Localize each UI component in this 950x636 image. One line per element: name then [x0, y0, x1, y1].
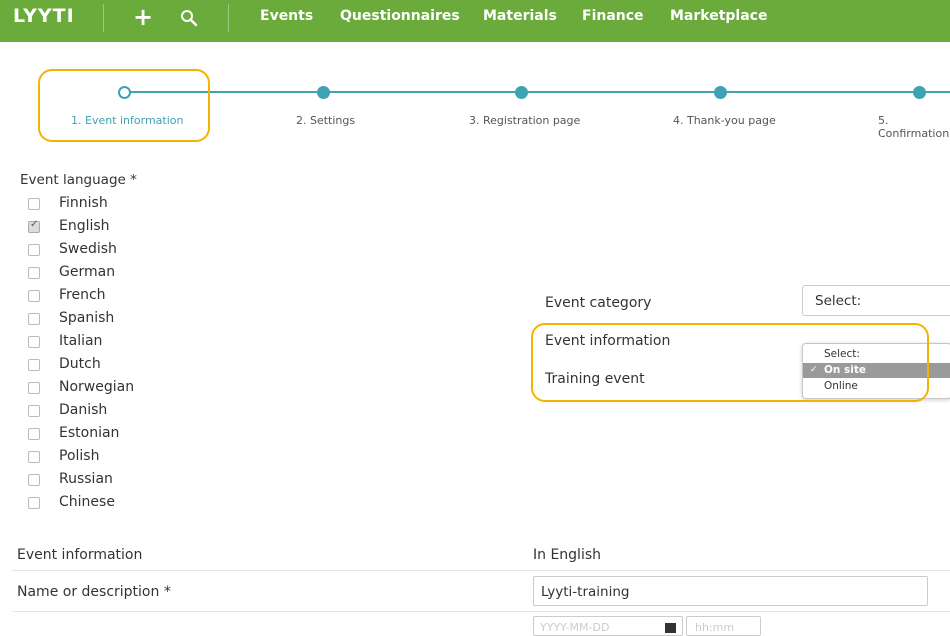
date-placeholder: YYYY-MM-DD — [540, 621, 610, 634]
checkbox[interactable] — [28, 198, 40, 210]
step-5-label[interactable]: 5. Confirmation — [878, 114, 950, 140]
checkbox[interactable] — [28, 405, 40, 417]
step-2-label[interactable]: 2. Settings — [296, 114, 355, 127]
calendar-icon[interactable] — [665, 623, 676, 633]
language-label: Chinese — [59, 494, 115, 510]
lyyti-logo[interactable]: LYYTI — [13, 5, 75, 27]
name-or-description-label: Name or description * — [17, 584, 171, 600]
language-label: Danish — [59, 402, 108, 418]
checkbox[interactable] — [28, 451, 40, 463]
checkbox[interactable] — [28, 359, 40, 371]
event-language-title: Event language * — [20, 172, 137, 188]
step-3-label[interactable]: 3. Registration page — [469, 114, 580, 127]
nav-marketplace[interactable]: Marketplace — [670, 8, 767, 24]
event-category-label: Event category — [545, 295, 652, 311]
event-category-select[interactable]: Select: — [802, 285, 950, 316]
nav-divider — [228, 4, 229, 32]
language-label: French — [59, 287, 106, 303]
language-label: Estonian — [59, 425, 120, 441]
table-row — [12, 611, 950, 629]
current-step-highlight — [38, 69, 210, 142]
checkbox[interactable] — [28, 474, 40, 486]
step-3-dot[interactable] — [515, 86, 528, 99]
checkbox[interactable] — [28, 428, 40, 440]
event-type-highlight — [531, 323, 929, 402]
nav-divider — [103, 4, 104, 32]
select-value: Select: — [815, 293, 862, 309]
language-label: Russian — [59, 471, 113, 487]
name-input[interactable]: Lyyti-training — [533, 576, 928, 606]
language-label: Finnish — [59, 195, 108, 211]
checkbox[interactable] — [28, 290, 40, 302]
nav-events[interactable]: Events — [260, 8, 313, 24]
step-5-dot[interactable] — [913, 86, 926, 99]
language-label: Italian — [59, 333, 103, 349]
nav-questionnaires[interactable]: Questionnaires — [340, 8, 460, 24]
top-nav-bar: LYYTI + Events Questionnaires Materials … — [0, 0, 950, 42]
checkbox[interactable] — [28, 382, 40, 394]
step-2-dot[interactable] — [317, 86, 330, 99]
step-4-label[interactable]: 4. Thank-you page — [673, 114, 776, 127]
step-progress-line — [125, 91, 950, 93]
time-input[interactable]: hh:mm — [686, 616, 761, 636]
search-icon[interactable] — [180, 9, 198, 27]
language-label: German — [59, 264, 116, 280]
nav-materials[interactable]: Materials — [483, 8, 557, 24]
add-icon[interactable]: + — [133, 3, 153, 31]
checkbox[interactable] — [28, 313, 40, 325]
checkbox[interactable] — [28, 267, 40, 279]
table-header-row: Event information In English — [12, 540, 950, 570]
language-label: Norwegian — [59, 379, 135, 395]
nav-finance[interactable]: Finance — [582, 8, 644, 24]
language-label: Swedish — [59, 241, 117, 257]
date-input[interactable]: YYYY-MM-DD — [533, 616, 683, 636]
checkbox[interactable] — [28, 244, 40, 256]
checkbox-checked[interactable] — [28, 219, 40, 233]
time-placeholder: hh:mm — [695, 621, 735, 634]
language-label: English — [59, 218, 110, 234]
step-4-dot[interactable] — [714, 86, 727, 99]
name-input-value: Lyyti-training — [541, 584, 630, 600]
language-label: Dutch — [59, 356, 101, 372]
checkbox[interactable] — [28, 336, 40, 348]
language-label: Spanish — [59, 310, 115, 326]
checkbox[interactable] — [28, 497, 40, 509]
language-label: Polish — [59, 448, 100, 464]
table-header-in-english: In English — [533, 547, 602, 563]
table-header-event-information: Event information — [17, 547, 143, 563]
